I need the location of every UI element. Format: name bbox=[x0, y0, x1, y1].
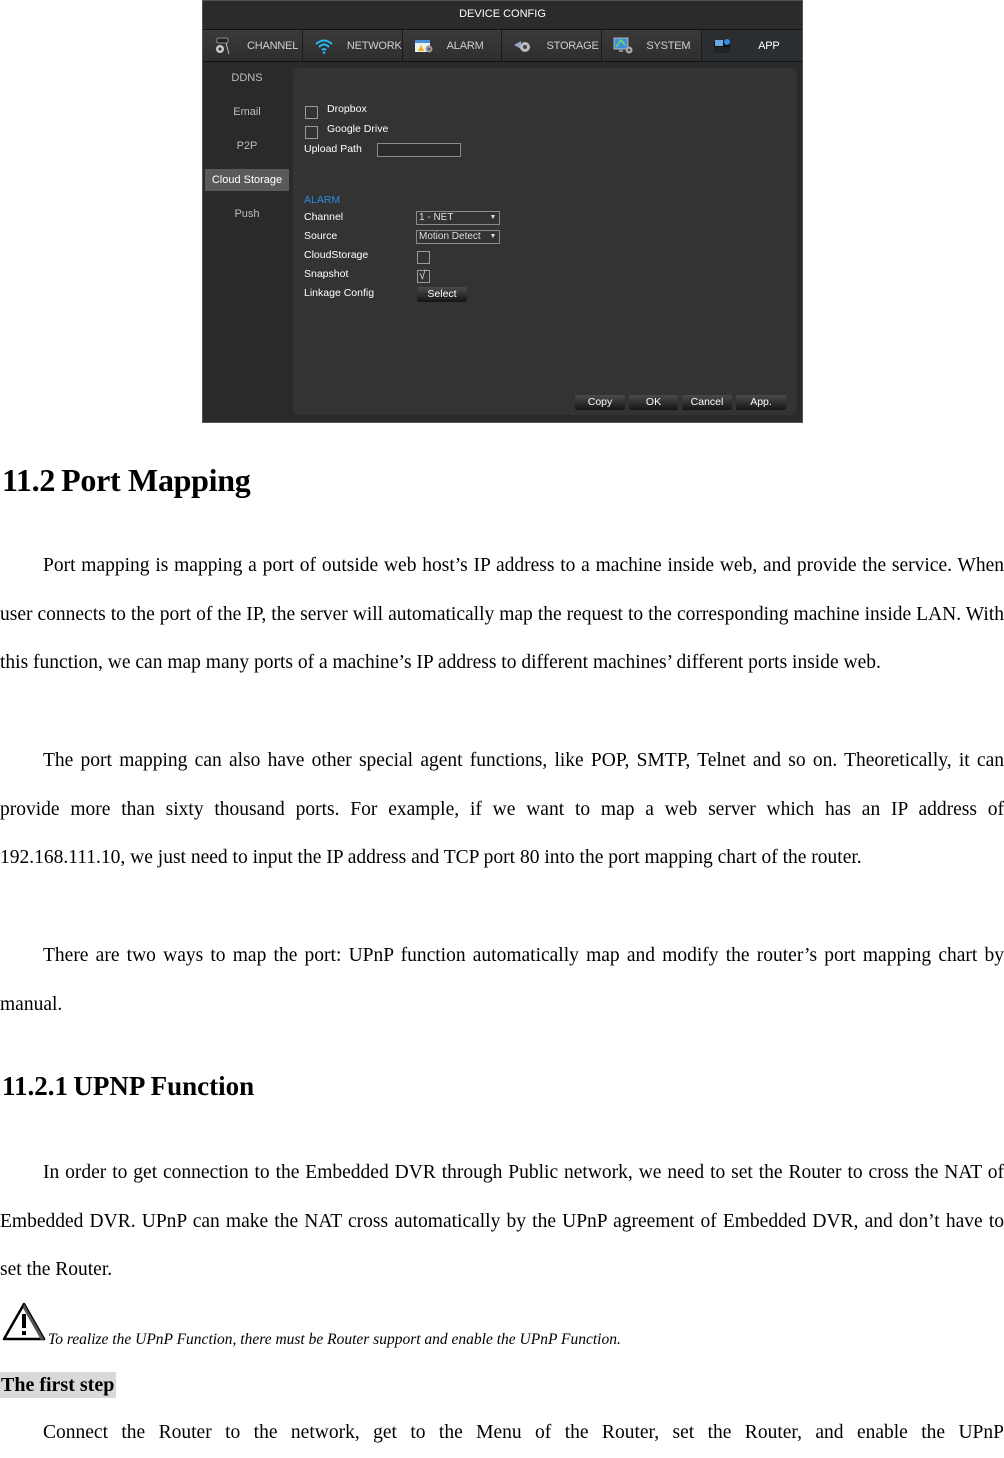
camera-gear-icon bbox=[213, 37, 235, 55]
subsection-heading: 11.2.1 UPNP Function bbox=[2, 1071, 255, 1101]
app-folder-icon bbox=[712, 37, 734, 55]
cloud-storage-panel: Dropbox Google Drive Upload Path ALARM C… bbox=[293, 68, 797, 415]
tab-label: APP bbox=[758, 39, 780, 52]
paragraph-5: Connect the Router to the network, get t… bbox=[0, 1409, 1004, 1458]
cancel-button[interactable]: Cancel bbox=[682, 395, 732, 410]
tab-label: SYSTEM bbox=[646, 39, 691, 52]
paragraph-4-text: In order to get connection to the Embedd… bbox=[0, 1162, 1004, 1281]
section-heading: 11.2 Port Mapping bbox=[2, 462, 251, 498]
tab-app[interactable]: APP bbox=[702, 30, 802, 61]
paragraph-4: In order to get connection to the Embedd… bbox=[0, 1149, 1004, 1295]
window-title: DEVICE CONFIG bbox=[203, 1, 802, 30]
tab-label: CHANNEL bbox=[247, 39, 299, 52]
paragraph-5-text: Connect the Router to the network, get t… bbox=[43, 1422, 1004, 1443]
copy-button[interactable]: Copy bbox=[575, 395, 625, 410]
channel-label: Channel bbox=[304, 211, 344, 223]
tab-channel[interactable]: CHANNEL bbox=[203, 30, 303, 61]
tab-alarm[interactable]: ALARM bbox=[403, 30, 503, 61]
sidebar-item-p2p[interactable]: P2P bbox=[205, 135, 289, 157]
sidebar-item-push[interactable]: Push bbox=[205, 203, 289, 225]
device-config-window: DEVICE CONFIG CHANNEL NETWORK ALARM STOR… bbox=[202, 0, 803, 423]
google-drive-checkbox[interactable] bbox=[305, 126, 318, 139]
paragraph-3: There are two ways to map the port: UPnP… bbox=[0, 932, 1004, 1029]
warning-icon bbox=[2, 1302, 46, 1347]
dropbox-label: Dropbox bbox=[327, 103, 367, 115]
wifi-icon bbox=[313, 37, 335, 55]
paragraph-2-text: The port mapping can also have other spe… bbox=[0, 750, 1004, 869]
source-select-value: Motion Detect bbox=[419, 231, 481, 242]
tab-label: NETWORK bbox=[346, 39, 402, 52]
dropbox-checkbox[interactable] bbox=[305, 106, 318, 119]
tab-storage[interactable]: STORAGE bbox=[502, 30, 603, 61]
paragraph-3-text: There are two ways to map the port: UPnP… bbox=[0, 945, 1004, 1015]
tab-system[interactable]: SYSTEM bbox=[602, 30, 703, 61]
source-select[interactable]: Motion Detect ▼ bbox=[416, 230, 500, 244]
snapshot-checkbox[interactable] bbox=[417, 268, 430, 283]
cloudstorage-label: CloudStorage bbox=[304, 249, 369, 261]
channel-select[interactable]: 1 - NET ▼ bbox=[416, 211, 500, 225]
google-drive-label: Google Drive bbox=[327, 123, 389, 135]
chevron-down-icon: ▼ bbox=[488, 232, 498, 242]
linkage-config-label: Linkage Config bbox=[304, 287, 375, 299]
cloudstorage-checkbox[interactable] bbox=[417, 251, 430, 264]
snapshot-label: Snapshot bbox=[304, 268, 349, 280]
paragraph-1-text: Port mapping is mapping a port of outsid… bbox=[0, 555, 1004, 674]
main-tab-bar: CHANNEL NETWORK ALARM STORAGE SYSTEM APP bbox=[203, 30, 802, 62]
channel-select-value: 1 - NET bbox=[419, 212, 454, 223]
tab-network[interactable]: NETWORK bbox=[303, 30, 403, 61]
tab-label: ALARM bbox=[446, 39, 484, 52]
paragraph-2: The port mapping can also have other spe… bbox=[0, 737, 1004, 883]
sidebar: DDNS Email P2P Cloud Storage Push bbox=[203, 62, 291, 422]
chevron-down-icon: ▼ bbox=[488, 213, 498, 223]
ok-button[interactable]: OK bbox=[629, 395, 678, 410]
sidebar-item-ddns[interactable]: DDNS bbox=[205, 67, 289, 89]
step-heading: The first step bbox=[0, 1372, 117, 1398]
sidebar-item-cloud-storage[interactable]: Cloud Storage bbox=[205, 169, 289, 191]
monitor-gear-icon bbox=[612, 37, 634, 55]
sidebar-item-email[interactable]: Email bbox=[205, 101, 289, 123]
paragraph-1: Port mapping is mapping a port of outsid… bbox=[0, 542, 1004, 688]
upload-path-label: Upload Path bbox=[304, 143, 362, 155]
select-button[interactable]: Select bbox=[417, 287, 467, 302]
alarm-calendar-icon bbox=[413, 37, 435, 55]
upload-path-input[interactable] bbox=[377, 143, 461, 157]
alarm-section-title: ALARM bbox=[304, 194, 341, 206]
apply-button[interactable]: App. bbox=[736, 395, 786, 410]
storage-gear-icon bbox=[512, 37, 534, 55]
source-label: Source bbox=[304, 230, 338, 242]
warning-note: To realize the UPnP Function, there must… bbox=[2, 1302, 621, 1348]
warning-note-text: To realize the UPnP Function, there must… bbox=[48, 1331, 621, 1348]
tab-label: STORAGE bbox=[546, 39, 599, 52]
